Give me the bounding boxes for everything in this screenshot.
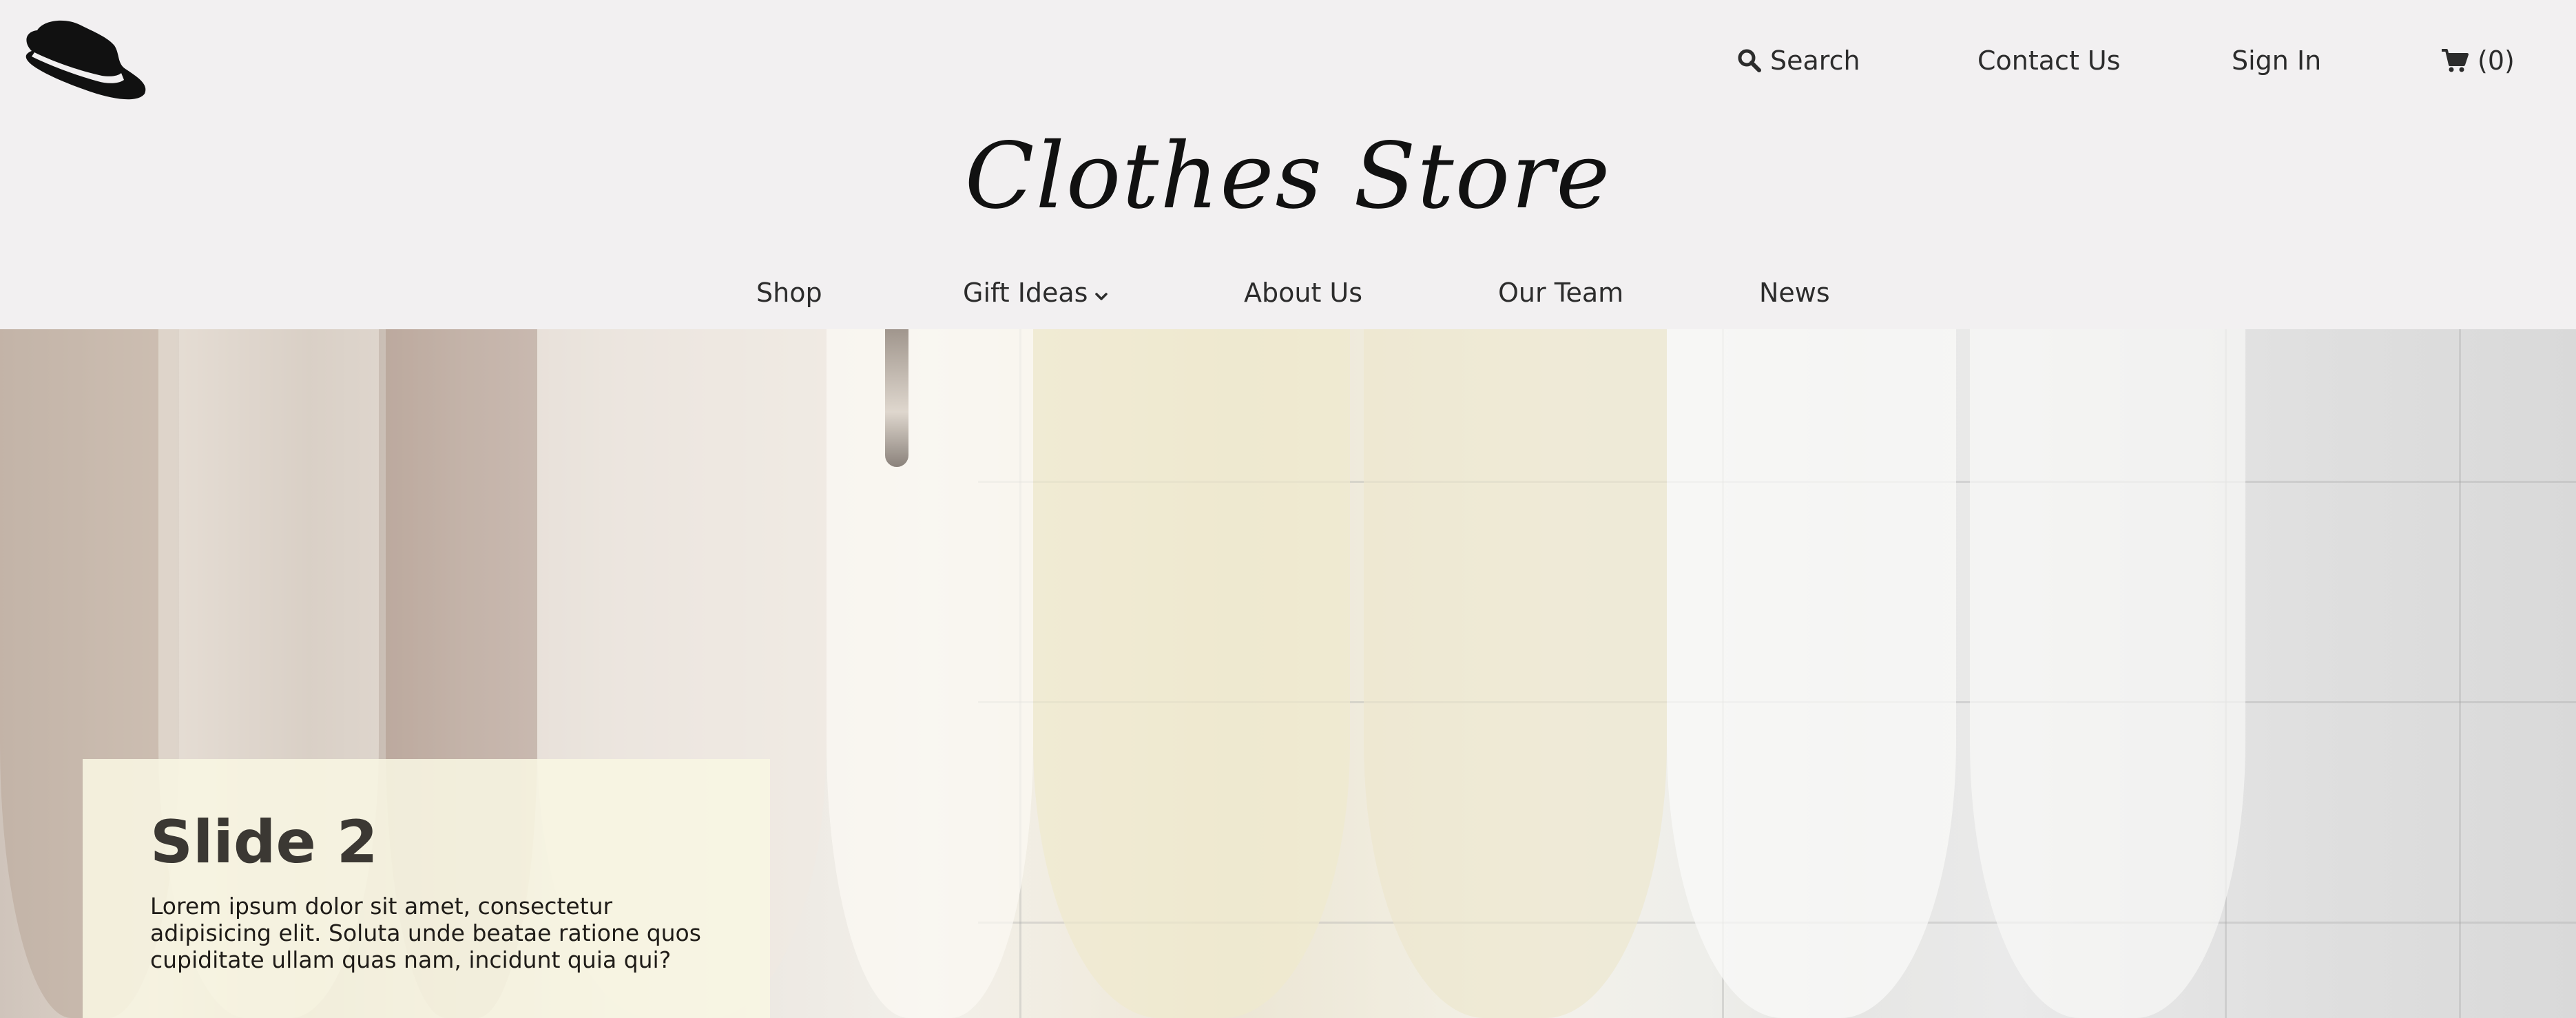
nav-label: About Us	[1244, 278, 1363, 308]
main-nav: Shop Gift Ideas About Us Our Team News	[0, 272, 2576, 313]
cart-count: (0)	[2478, 45, 2515, 76]
nav-label: Our Team	[1498, 278, 1624, 308]
nav-item-our-team[interactable]: Our Team	[1498, 272, 1623, 313]
top-nav: Search Contact Us Sign In (0)	[0, 40, 2576, 81]
nav-label: Gift Ideas	[963, 278, 1088, 308]
search-label: Search	[1770, 45, 1860, 76]
nav-item-shop[interactable]: Shop	[756, 272, 822, 313]
nav-item-news[interactable]: News	[1759, 272, 1830, 313]
slide-description: Lorem ipsum dolor sit amet, consectetur …	[150, 893, 701, 973]
slide-title: Slide 2	[150, 808, 378, 877]
search-link[interactable]: Search	[1737, 40, 1860, 81]
sign-in-link[interactable]: Sign In	[2232, 40, 2321, 81]
site-header: Search Contact Us Sign In (0) Clothes St…	[0, 0, 2576, 329]
nav-item-gift-ideas[interactable]: Gift Ideas	[963, 272, 1108, 313]
search-icon	[1737, 48, 1762, 73]
cart-icon	[2440, 48, 2469, 73]
sign-in-label: Sign In	[2232, 45, 2322, 76]
cart-link[interactable]: (0)	[2440, 40, 2515, 81]
contact-us-link[interactable]: Contact Us	[1977, 40, 2121, 81]
slide-caption-card: Slide 2 Lorem ipsum dolor sit amet, cons…	[83, 759, 770, 1018]
contact-us-label: Contact Us	[1977, 45, 2121, 76]
nav-label: Shop	[756, 278, 822, 308]
chevron-down-icon	[1094, 272, 1108, 313]
brooch-detail	[885, 329, 908, 467]
hero-slider[interactable]: Slide 2 Lorem ipsum dolor sit amet, cons…	[0, 329, 2576, 1018]
site-brand-title[interactable]: Clothes Store	[0, 131, 2576, 222]
nav-label: News	[1759, 278, 1830, 308]
nav-item-about-us[interactable]: About Us	[1244, 272, 1362, 313]
